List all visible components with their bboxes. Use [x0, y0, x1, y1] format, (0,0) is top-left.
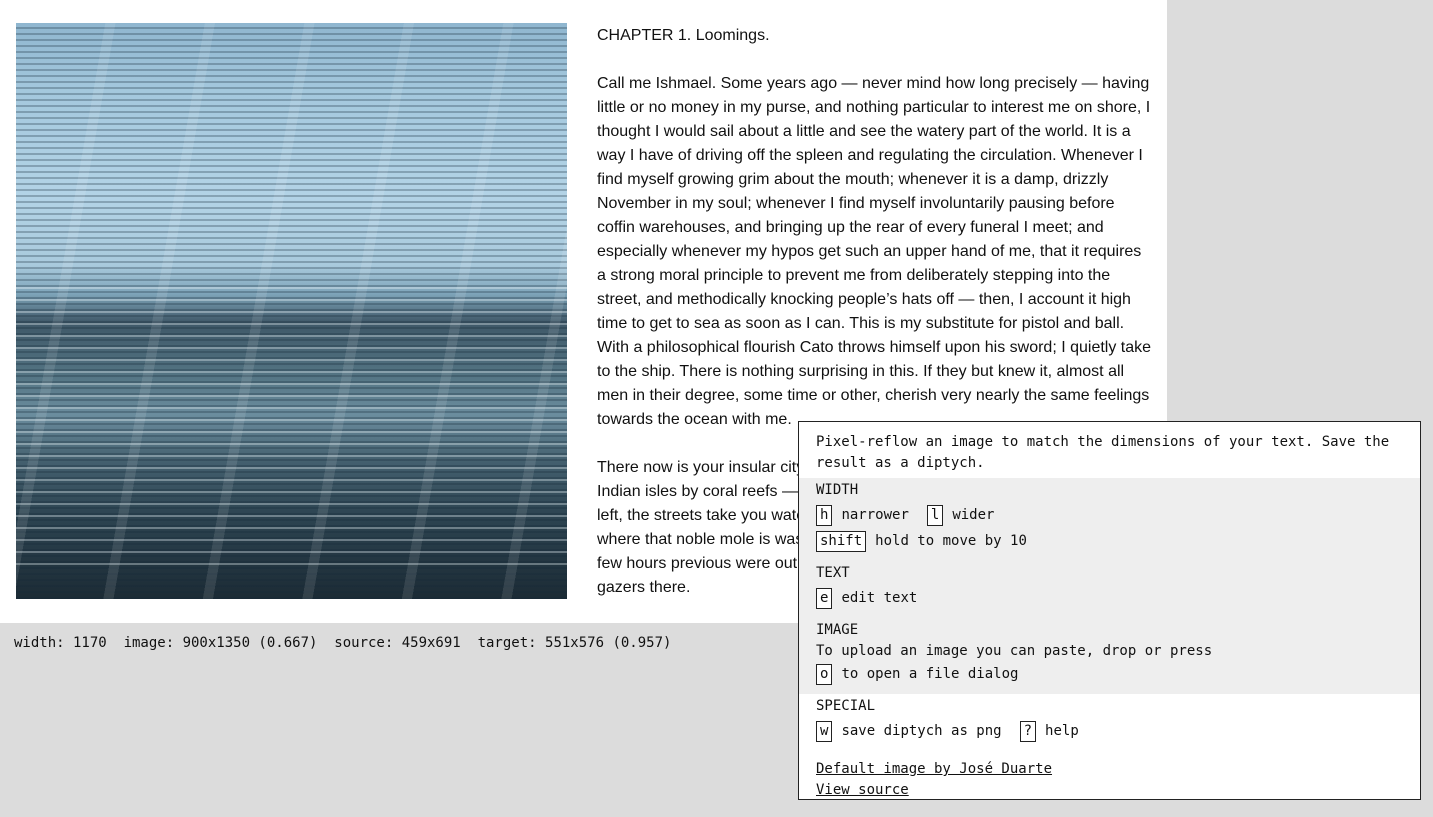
- image-shear: [16, 23, 567, 599]
- narrower-label: narrower: [841, 506, 909, 523]
- image-heading: IMAGE: [816, 622, 859, 638]
- special-heading: SPECIAL: [816, 698, 876, 714]
- text-section: TEXT e edit text: [799, 561, 1420, 618]
- help-panel: Pixel-reflow an image to match the dimen…: [798, 421, 1421, 800]
- narrower-key[interactable]: h: [816, 504, 833, 526]
- special-section: SPECIAL w save diptych as png ? help: [799, 694, 1420, 751]
- wider-label: wider: [952, 506, 995, 523]
- wider-key[interactable]: l: [926, 504, 944, 526]
- edit-label: edit text: [841, 589, 918, 606]
- shift-row: shift hold to move by 10: [816, 529, 1404, 553]
- open-label: to open a file dialog: [841, 665, 1019, 682]
- help-label: help: [1045, 722, 1079, 739]
- text-heading: TEXT: [816, 565, 850, 581]
- image-credit-link[interactable]: Default image by José Duarte: [816, 759, 1404, 780]
- paragraph-1: Call me Ishmael. Some years ago — never …: [597, 75, 1152, 428]
- open-row: o to open a file dialog: [816, 662, 1404, 686]
- width-section: WIDTH h narrower l wider shift hold to m…: [799, 478, 1420, 561]
- edit-key[interactable]: e: [816, 587, 833, 609]
- image-section: IMAGE To upload an image you can paste, …: [799, 618, 1420, 694]
- width-heading: WIDTH: [816, 482, 859, 498]
- view-source-link[interactable]: View source: [816, 780, 1404, 801]
- upload-line: To upload an image you can paste, drop o…: [816, 643, 1213, 659]
- shift-label: hold to move by 10: [875, 532, 1027, 549]
- help-intro: Pixel-reflow an image to match the dimen…: [816, 434, 1390, 471]
- shift-key[interactable]: shift: [816, 530, 867, 552]
- save-key[interactable]: w: [816, 720, 833, 742]
- links: Default image by José Duarte View source: [799, 751, 1420, 801]
- chapter-heading: CHAPTER 1. Loomings.: [597, 27, 770, 44]
- special-row: w save diptych as png ? help: [816, 719, 1404, 743]
- reflowed-image: [16, 23, 567, 599]
- open-key[interactable]: o: [816, 663, 833, 685]
- status-bar: width: 1170 image: 900x1350 (0.667) sour…: [14, 635, 672, 651]
- edit-row: e edit text: [816, 586, 1404, 610]
- help-key[interactable]: ?: [1019, 720, 1037, 742]
- width-row: h narrower l wider: [816, 503, 1404, 527]
- save-label: save diptych as png: [841, 722, 1002, 739]
